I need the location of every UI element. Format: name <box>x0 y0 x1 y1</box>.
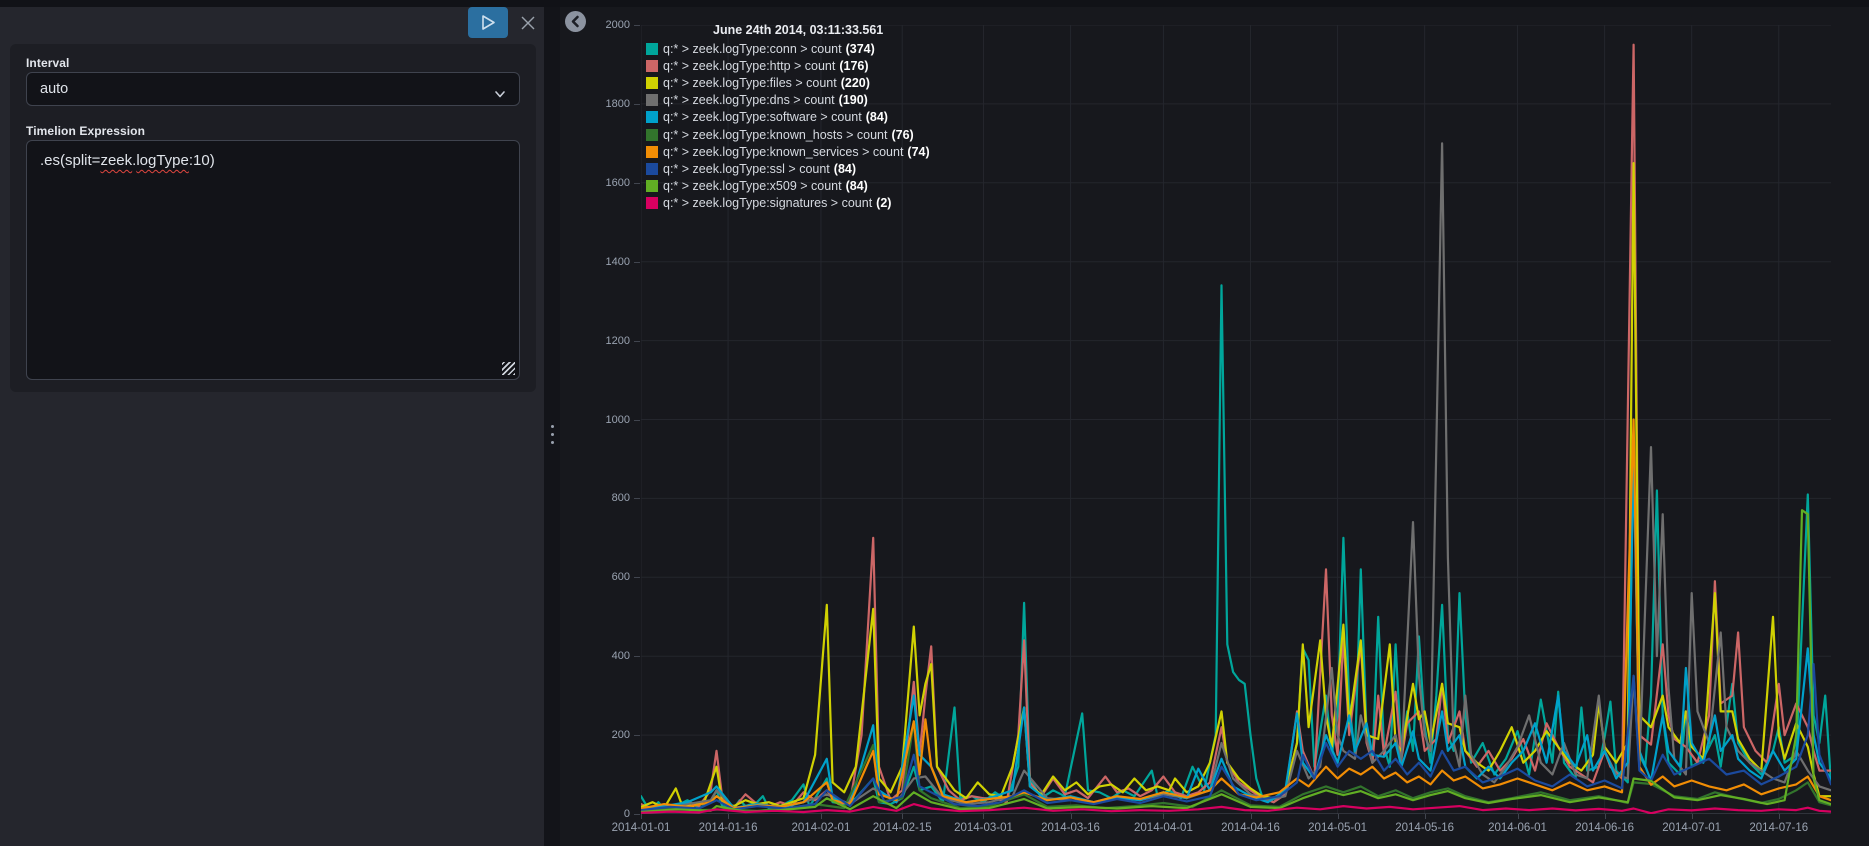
x-axis-label: 2014-07-01 <box>1662 822 1722 834</box>
x-axis-tick <box>1424 814 1426 819</box>
x-axis-tick <box>983 814 985 819</box>
expression-text: .es(split=zeek.logType:10) <box>40 152 215 169</box>
y-axis-label: 1600 <box>605 176 630 189</box>
timelion-app: Interval auto Timelion Expression .es(sp… <box>0 0 1869 846</box>
textarea-resize-handle[interactable] <box>502 362 515 375</box>
timeseries-lines <box>641 25 1831 814</box>
panel-resize-handle[interactable] <box>549 420 555 448</box>
y-axis-tick <box>634 814 640 815</box>
x-axis-tick <box>1070 814 1072 819</box>
y-axis-label: 600 <box>611 571 630 584</box>
editor-toolbar <box>0 7 544 45</box>
y-axis-label: 2000 <box>605 19 630 31</box>
y-axis-tick <box>634 261 640 263</box>
y-axis-label: 800 <box>611 492 630 505</box>
y-axis-label: 200 <box>611 729 630 742</box>
chart-panel: 0 200 400 600 800 1000 1200 1400 1600 1800 2000 20… <box>560 7 1869 846</box>
x-axis-label: 2014-02-01 <box>791 822 851 834</box>
x-axis-label: 2014-06-01 <box>1488 822 1547 834</box>
y-axis-label: 1400 <box>605 255 630 268</box>
y-axis-label: 400 <box>611 650 630 663</box>
chevron-down-icon <box>492 82 508 114</box>
x-axis-label: 2014-06-16 <box>1575 822 1635 834</box>
x-axis-tick <box>1517 814 1519 819</box>
y-axis-tick <box>634 25 640 26</box>
x-axis-tick <box>728 814 730 819</box>
x-axis-tick <box>820 814 822 819</box>
close-editor-button[interactable] <box>512 7 544 38</box>
y-axis-tick <box>634 735 640 737</box>
expression-label: Timelion Expression <box>26 124 146 138</box>
x-axis-label: 2014-02-15 <box>872 822 932 834</box>
x-axis-label: 2014-01-01 <box>611 822 671 834</box>
x-axis-label: 2014-03-16 <box>1041 822 1100 834</box>
top-border-strip <box>0 0 1869 7</box>
x-axis-label: 2014-07-16 <box>1749 822 1809 834</box>
y-axis-label: 0 <box>623 808 630 820</box>
play-icon <box>468 15 508 41</box>
x-axis-tick <box>641 814 642 819</box>
x-axis-tick <box>1337 814 1339 819</box>
run-expression-button[interactable] <box>468 7 508 38</box>
y-axis-tick <box>634 419 640 421</box>
x-axis-tick <box>902 814 904 819</box>
x-axis-label: 2014-01-16 <box>698 822 758 834</box>
timelion-editor-panel: Interval auto Timelion Expression .es(sp… <box>0 7 544 846</box>
x-axis-label: 2014-05-01 <box>1308 822 1367 834</box>
x-axis-label: 2014-05-16 <box>1395 822 1455 834</box>
timelion-expression-input[interactable]: .es(split=zeek.logType:10) <box>26 140 520 380</box>
panel-divider <box>544 7 560 846</box>
misspelled-word: zeek <box>100 152 133 169</box>
y-axis-label: 1800 <box>605 97 630 110</box>
x-axis-tick <box>1250 814 1252 819</box>
expression-form-card: Interval auto Timelion Expression .es(sp… <box>10 44 536 392</box>
timeseries-plot[interactable] <box>641 25 1831 814</box>
x-axis-tick <box>1778 814 1780 819</box>
interval-select[interactable]: auto <box>26 72 520 106</box>
x-axis-label: 2014-04-01 <box>1134 822 1193 834</box>
close-icon <box>512 16 544 41</box>
y-axis-tick <box>634 498 640 500</box>
y-axis-label: 1000 <box>605 413 630 426</box>
interval-value: auto <box>40 81 69 97</box>
y-axis-tick <box>634 340 640 342</box>
misspelled-word: logType <box>136 152 189 169</box>
y-axis-tick <box>634 103 640 105</box>
x-axis-tick <box>1604 814 1606 819</box>
x-axis-tick <box>1163 814 1165 819</box>
y-axis-tick <box>634 577 640 579</box>
y-axis-tick <box>634 182 640 184</box>
x-axis-label: 2014-03-01 <box>954 822 1013 834</box>
y-axis-tick <box>634 656 640 658</box>
y-axis-label: 1200 <box>605 334 630 347</box>
x-axis-tick <box>1691 814 1693 819</box>
interval-label: Interval <box>26 56 70 70</box>
x-axis-label: 2014-04-16 <box>1221 822 1280 834</box>
